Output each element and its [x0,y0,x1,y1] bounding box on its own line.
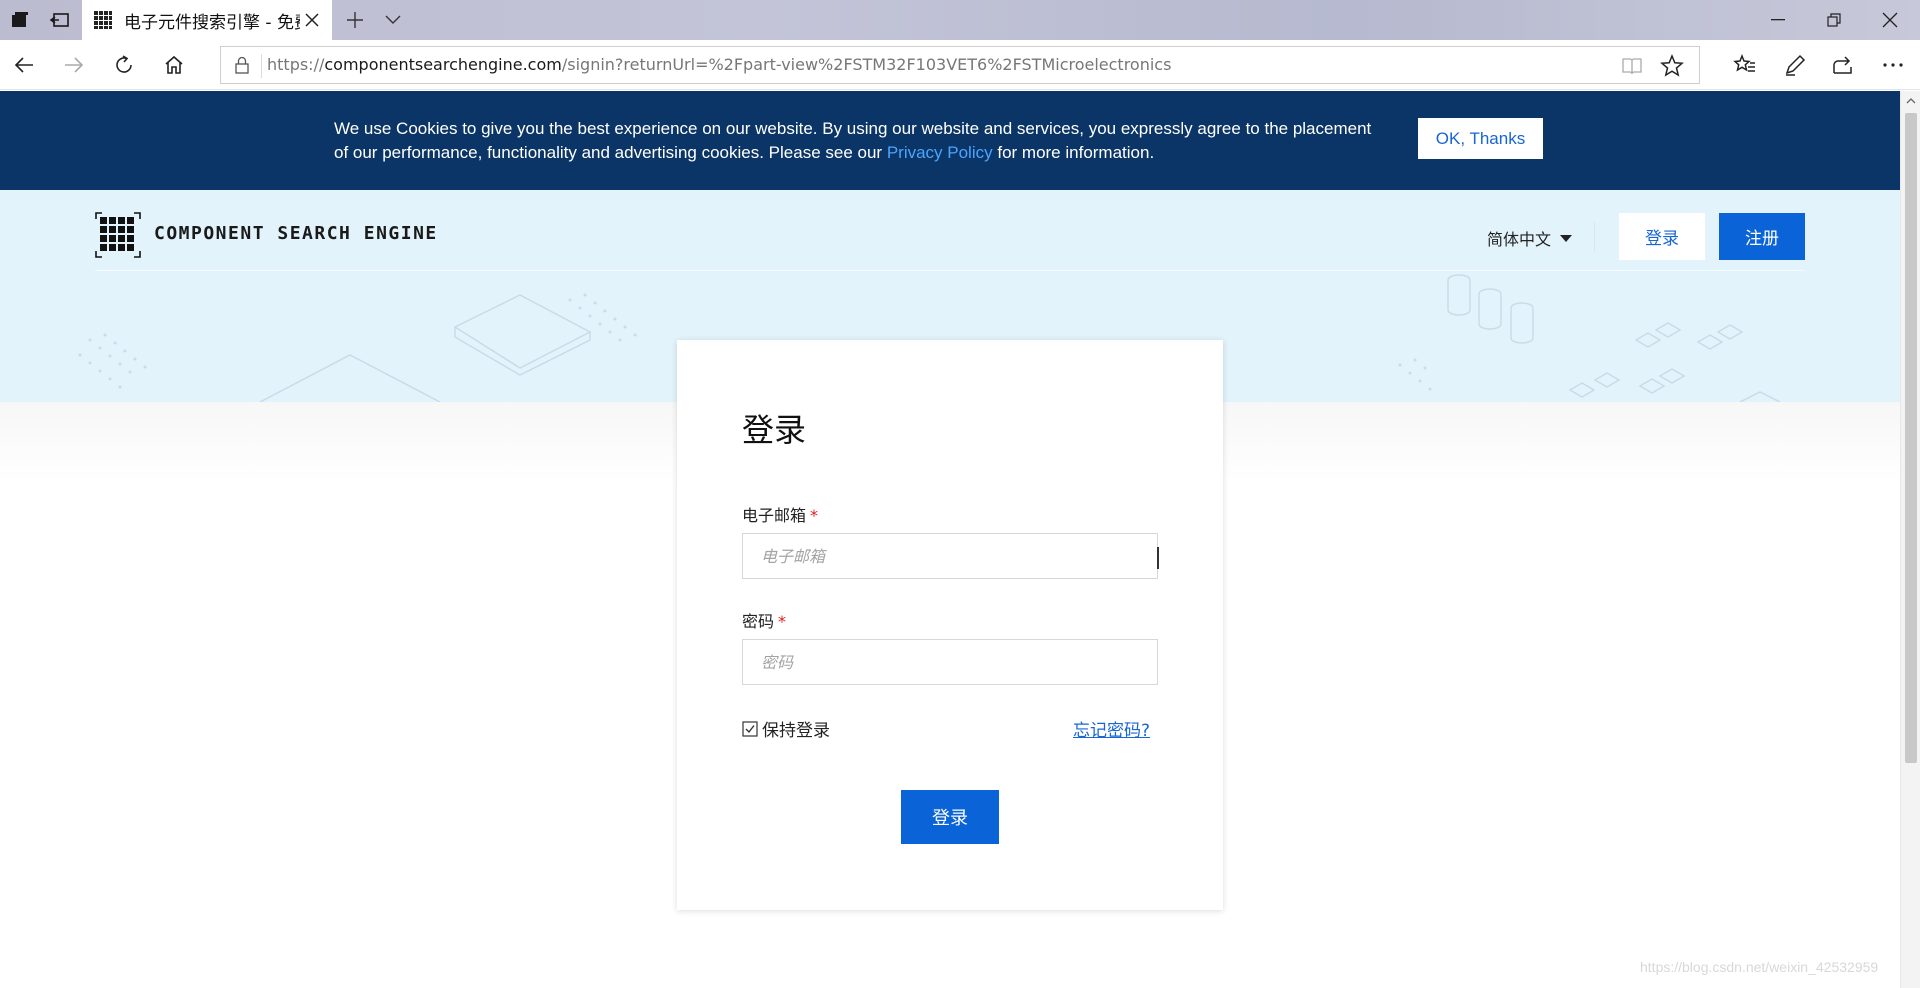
active-tab[interactable]: 电子元件搜索引擎 - 免费 [82,0,332,40]
text-cursor [1157,547,1159,569]
home-button[interactable] [154,45,194,85]
arrow-right-icon [65,57,84,73]
tab-preview-button[interactable] [376,0,410,40]
home-icon [165,55,183,74]
pen-icon [1785,54,1806,76]
back-button[interactable] [4,45,44,85]
minimize-button[interactable] [1750,0,1806,40]
page-scrollbar[interactable] [1900,91,1920,988]
refresh-button[interactable] [104,45,144,85]
favorites-list-icon [1733,53,1755,72]
cookie-banner: We use Cookies to give you the best expe… [0,91,1900,190]
email-label: 电子邮箱 * [742,506,819,525]
new-tab-button[interactable] [338,0,372,40]
tab-sets-button[interactable] [0,0,40,40]
brand-name[interactable]: COMPONENT SEARCH ENGINE [154,223,438,244]
header-separator [1594,222,1595,252]
required-mark: * [778,612,787,631]
site-favicon-icon [94,11,112,29]
header-divider [95,270,1805,271]
privacy-policy-link[interactable]: Privacy Policy [887,143,993,162]
close-icon [1882,12,1898,28]
tab-sets-icon [12,12,28,27]
forward-button[interactable] [54,45,94,85]
lock-icon [235,56,249,74]
login-card: 登录 电子邮箱* 密码* 保持登录 忘记密码? 登录 [677,340,1223,910]
browser-nav-bar: https://componentsearchengine.com/signin… [0,40,1920,90]
chevron-down-icon [385,15,401,24]
more-dots-icon [1883,63,1903,67]
share-icon [1833,56,1852,74]
arrow-left-icon [14,57,33,73]
share-button[interactable] [1822,45,1864,85]
cookie-accept-button[interactable]: OK, Thanks [1418,118,1543,159]
tabs-aside-icon [49,13,69,27]
close-tab-button[interactable] [300,8,324,32]
password-field[interactable] [742,639,1158,685]
close-window-button[interactable] [1862,0,1918,40]
url-text: https://componentsearchengine.com/signin… [267,55,1172,74]
favorites-button[interactable] [1724,45,1766,85]
browser-tab-bar: 电子元件搜索引擎 - 免费 [0,0,1920,40]
web-note-button[interactable] [1774,45,1816,85]
restore-icon [1827,13,1841,27]
page-title: 登录 [742,411,807,449]
favorite-star-icon[interactable] [1659,53,1685,79]
forgot-password-link[interactable]: 忘记密码? [1073,716,1150,741]
header-login-button[interactable]: 登录 [1619,213,1705,260]
language-selector[interactable]: 简体中文 [1487,226,1573,250]
address-bar[interactable]: https://componentsearchengine.com/signin… [220,46,1700,84]
minimize-icon [1771,19,1785,21]
required-mark: * [810,506,819,525]
remember-me-label: 保持登录 [762,721,830,741]
scroll-up-icon[interactable] [1905,95,1917,107]
more-button[interactable] [1872,45,1914,85]
login-submit-button[interactable]: 登录 [901,790,999,844]
tab-title: 电子元件搜索引擎 - 免费 [124,12,300,33]
caret-down-icon [1560,235,1573,242]
close-icon [305,13,319,27]
restore-button[interactable] [1806,0,1862,40]
remember-me[interactable]: 保持登录 [742,716,830,741]
email-field[interactable] [742,533,1158,579]
reading-view-icon[interactable] [1621,55,1643,77]
header-register-button[interactable]: 注册 [1719,213,1805,260]
address-separator [261,54,262,78]
page-viewport: We use Cookies to give you the best expe… [0,91,1900,988]
checkbox-checked-icon[interactable] [742,720,758,737]
scrollbar-thumb[interactable] [1905,113,1917,763]
language-label: 简体中文 [1487,230,1552,249]
watermark: https://blog.csdn.net/weixin_42532959 [1640,959,1879,975]
set-tabs-aside-button[interactable] [40,0,80,40]
component-search-engine-logo-icon[interactable] [95,212,141,258]
password-label: 密码 * [742,612,787,631]
refresh-icon [116,55,132,73]
cookie-message: We use Cookies to give you the best expe… [334,119,1372,162]
plus-icon [347,12,363,28]
